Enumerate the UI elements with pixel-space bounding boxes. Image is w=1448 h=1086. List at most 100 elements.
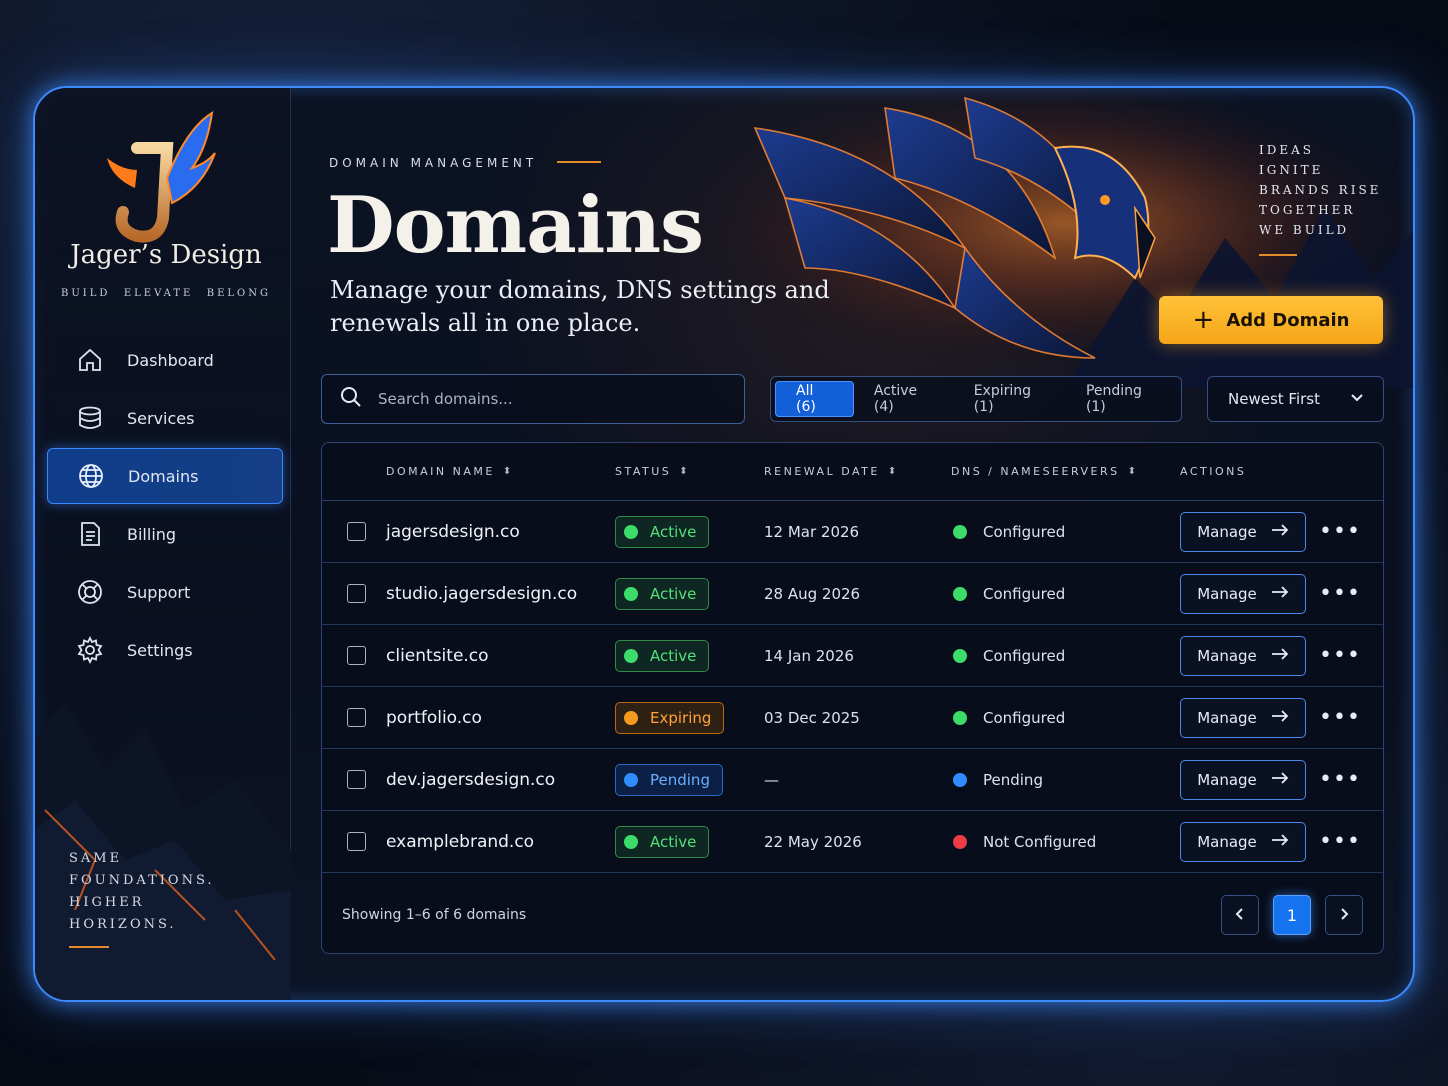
domain-name[interactable]: examplebrand.co xyxy=(386,832,615,852)
manage-button[interactable]: Manage xyxy=(1180,821,1306,862)
chevron-right-icon xyxy=(1337,906,1351,925)
more-options-icon[interactable]: ••• xyxy=(1319,644,1361,667)
sidebar-item-label: Billing xyxy=(127,524,177,544)
column-header-actions: ACTIONS xyxy=(1180,465,1247,478)
quote-line: BRANDS RISE xyxy=(1259,183,1382,197)
sort-dropdown[interactable]: Newest First xyxy=(1207,376,1384,422)
sidebar-item-domains[interactable]: Domains xyxy=(47,448,283,504)
row-checkbox[interactable] xyxy=(346,832,366,851)
sidebar-item-settings[interactable]: Settings xyxy=(47,622,283,678)
domain-name[interactable]: jagersdesign.co xyxy=(386,522,615,542)
more-options-icon[interactable]: ••• xyxy=(1319,582,1361,605)
sidebar-item-support[interactable]: Support xyxy=(47,564,283,620)
manage-label: Manage xyxy=(1197,584,1257,603)
manage-button[interactable]: Manage xyxy=(1180,635,1306,676)
row-checkbox[interactable] xyxy=(346,770,366,789)
renewal-date: 28 Aug 2026 xyxy=(764,584,861,603)
dns-status: Pending xyxy=(983,770,1043,789)
table-row: studio.jagersdesign.co Active 28 Aug 202… xyxy=(322,563,1383,625)
renewal-date: 22 May 2026 xyxy=(764,832,862,851)
domain-name[interactable]: clientsite.co xyxy=(386,646,615,666)
brand-tagline-word: BUILD xyxy=(61,288,111,299)
renewal-date: 12 Mar 2026 xyxy=(764,522,860,541)
column-header-status[interactable]: STATUS ⬍ xyxy=(615,465,764,478)
sort-icon: ⬍ xyxy=(887,466,899,477)
table-header: DOMAIN NAME ⬍ STATUS ⬍ RENEWAL DATE ⬍ DNS /… xyxy=(322,443,1383,501)
manage-label: Manage xyxy=(1197,832,1257,851)
slogan-line: HORIZONS. xyxy=(69,917,177,932)
filter-pending[interactable]: Pending (1) xyxy=(1066,381,1177,417)
sidebar-nav: Dashboard Services Domains Billing Suppo… xyxy=(47,332,283,680)
more-options-icon[interactable]: ••• xyxy=(1319,830,1361,853)
row-checkbox[interactable] xyxy=(346,646,366,665)
sort-icon: ⬍ xyxy=(679,466,691,477)
manage-button[interactable]: Manage xyxy=(1180,759,1306,800)
manage-button[interactable]: Manage xyxy=(1180,573,1306,614)
dns-status-dot xyxy=(953,834,967,849)
more-options-icon[interactable]: ••• xyxy=(1319,706,1361,729)
document-icon xyxy=(75,519,105,549)
page-subtitle: Manage your domains, DNS settings and re… xyxy=(330,276,830,337)
status-badge: Active xyxy=(615,825,710,858)
more-options-icon[interactable]: ••• xyxy=(1319,520,1361,543)
sidebar-item-label: Settings xyxy=(127,640,193,660)
domain-name[interactable]: portfolio.co xyxy=(386,708,615,728)
arrow-right-icon xyxy=(1271,770,1289,790)
renewal-date: 03 Dec 2025 xyxy=(764,708,860,727)
chevron-left-icon xyxy=(1233,906,1247,925)
manage-label: Manage xyxy=(1197,522,1257,541)
search-box xyxy=(321,374,745,424)
app-window: Jager’s Design BUILD ELEVATE BELONG Dash… xyxy=(33,86,1415,1002)
domain-name[interactable]: dev.jagersdesign.co xyxy=(386,770,615,790)
arrow-right-icon xyxy=(1271,584,1289,604)
more-options-icon[interactable]: ••• xyxy=(1319,768,1361,791)
plus-icon: + xyxy=(1192,305,1215,335)
row-checkbox[interactable] xyxy=(346,708,366,727)
sidebar-item-dashboard[interactable]: Dashboard xyxy=(47,332,283,388)
manage-label: Manage xyxy=(1197,708,1257,727)
sidebar-item-billing[interactable]: Billing xyxy=(47,506,283,562)
dns-status: Configured xyxy=(983,708,1066,727)
brand-tagline: BUILD ELEVATE BELONG xyxy=(61,288,271,299)
sidebar-item-label: Domains xyxy=(128,466,199,486)
filter-all[interactable]: All (6) xyxy=(775,381,854,417)
renewal-date: 14 Jan 2026 xyxy=(764,646,854,665)
dns-status: Configured xyxy=(983,522,1066,541)
domain-name[interactable]: studio.jagersdesign.co xyxy=(386,584,615,604)
filter-expiring[interactable]: Expiring (1) xyxy=(954,381,1066,417)
pagination: 1 xyxy=(1221,895,1363,935)
quote-line: WE BUILD xyxy=(1259,223,1350,237)
table-row: clientsite.co Active 14 Jan 2026 Configu… xyxy=(322,625,1383,687)
status-dot xyxy=(624,772,638,787)
slogan-line: SAME xyxy=(69,851,123,866)
column-header-dns[interactable]: DNS / NAMESEERVERS ⬍ xyxy=(951,465,1180,478)
mountain-artwork xyxy=(35,700,291,1000)
row-checkbox[interactable] xyxy=(346,584,366,603)
sidebar-item-label: Dashboard xyxy=(127,350,214,370)
table-row: dev.jagersdesign.co Pending — Pending Ma… xyxy=(322,749,1383,811)
search-input[interactable] xyxy=(378,390,698,408)
sidebar-item-label: Services xyxy=(127,408,195,428)
sort-icon: ⬍ xyxy=(1127,466,1139,477)
manage-button[interactable]: Manage xyxy=(1180,511,1306,552)
table-row: portfolio.co Expiring 03 Dec 2025 Config… xyxy=(322,687,1383,749)
slogan-line: FOUNDATIONS. xyxy=(69,873,215,888)
add-domain-button[interactable]: + Add Domain xyxy=(1159,296,1383,344)
next-page-button[interactable] xyxy=(1325,895,1363,935)
table-body: jagersdesign.co Active 12 Mar 2026 Confi… xyxy=(322,501,1383,873)
arrow-right-icon xyxy=(1271,708,1289,728)
sidebar-item-services[interactable]: Services xyxy=(47,390,283,446)
manage-button[interactable]: Manage xyxy=(1180,697,1306,738)
row-checkbox[interactable] xyxy=(346,522,366,541)
column-header-renewal[interactable]: RENEWAL DATE ⬍ xyxy=(764,465,951,478)
globe-icon xyxy=(76,461,106,491)
arrow-right-icon xyxy=(1271,646,1289,666)
quote-divider xyxy=(1259,254,1297,256)
prev-page-button[interactable] xyxy=(1221,895,1259,935)
dns-status: Configured xyxy=(983,646,1066,665)
status-badge: Pending xyxy=(615,763,723,796)
column-header-domain[interactable]: DOMAIN NAME ⬍ xyxy=(386,465,615,478)
page-button-current[interactable]: 1 xyxy=(1273,895,1311,935)
filter-active[interactable]: Active (4) xyxy=(854,381,954,417)
arrow-right-icon xyxy=(1271,832,1289,852)
